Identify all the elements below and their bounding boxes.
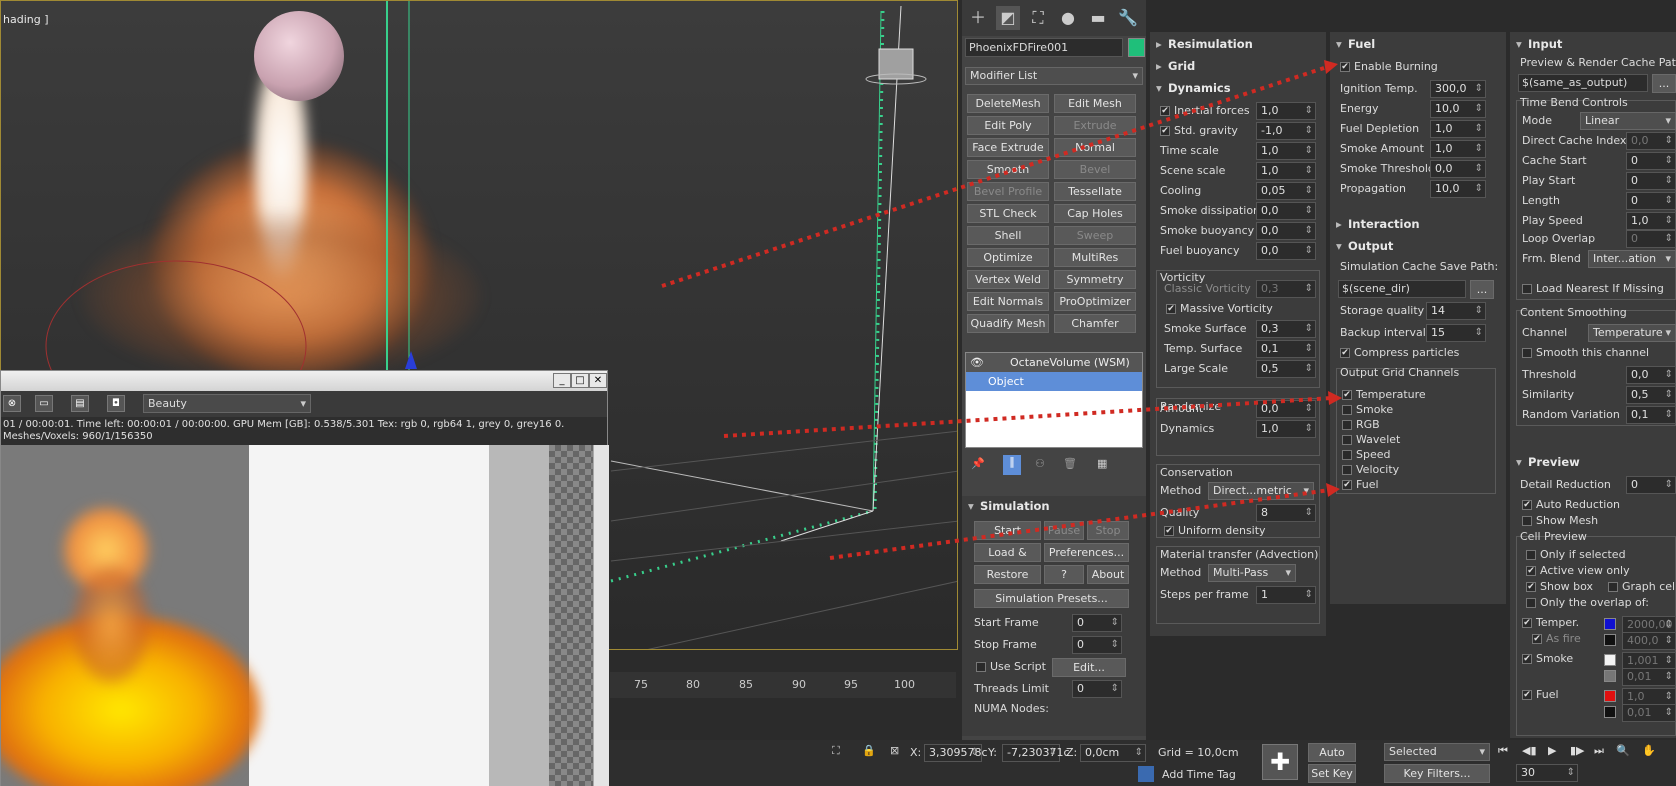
y-coord-label: Y: xyxy=(988,746,997,759)
z-coord-field[interactable]: 0,0cm xyxy=(1080,744,1146,762)
isolate-icon[interactable]: ⛶ xyxy=(832,744,840,758)
zoom-icon[interactable]: 🔍 xyxy=(1616,744,1630,757)
annotation-arrows xyxy=(661,60,1342,560)
prev-frame-icon[interactable]: ◀▮ xyxy=(1522,744,1537,757)
selection-set-select[interactable]: Selected xyxy=(1384,743,1490,761)
next-frame-icon[interactable]: ▮▶ xyxy=(1570,744,1585,757)
lock-icon[interactable]: 🔒 xyxy=(862,744,876,757)
play-icon[interactable]: ▶ xyxy=(1548,744,1556,757)
current-frame-field[interactable]: 30 xyxy=(1516,764,1578,782)
x-coord-label: X: xyxy=(910,746,922,759)
time-tag-icon[interactable] xyxy=(1138,766,1154,782)
set-key-button[interactable]: Set Key xyxy=(1308,764,1356,783)
pan-icon[interactable]: ✋ xyxy=(1642,744,1656,757)
goto-end-icon[interactable]: ⏭ xyxy=(1594,744,1604,758)
absolute-mode-icon[interactable]: ⊠ xyxy=(890,744,899,757)
auto-key-button[interactable]: Auto Key xyxy=(1308,743,1356,776)
goto-start-icon[interactable]: ⏮ xyxy=(1498,744,1508,758)
add-time-tag-button[interactable]: Add Time Tag xyxy=(1162,768,1236,781)
grid-size-label: Grid = 10,0cm xyxy=(1158,746,1239,759)
add-key-icon[interactable]: ✚ xyxy=(1262,744,1298,780)
y-coord-field[interactable]: -7,230371c xyxy=(1002,744,1070,762)
key-filters-button[interactable]: Key Filters... xyxy=(1384,764,1490,783)
x-coord-field[interactable]: 3,309578c xyxy=(924,744,988,762)
z-coord-label: Z: xyxy=(1066,746,1078,759)
status-bar: ⛶ 🔒 ⊠ X: 3,309578c Y: -7,230371c Z: 0,0c… xyxy=(610,740,1676,786)
